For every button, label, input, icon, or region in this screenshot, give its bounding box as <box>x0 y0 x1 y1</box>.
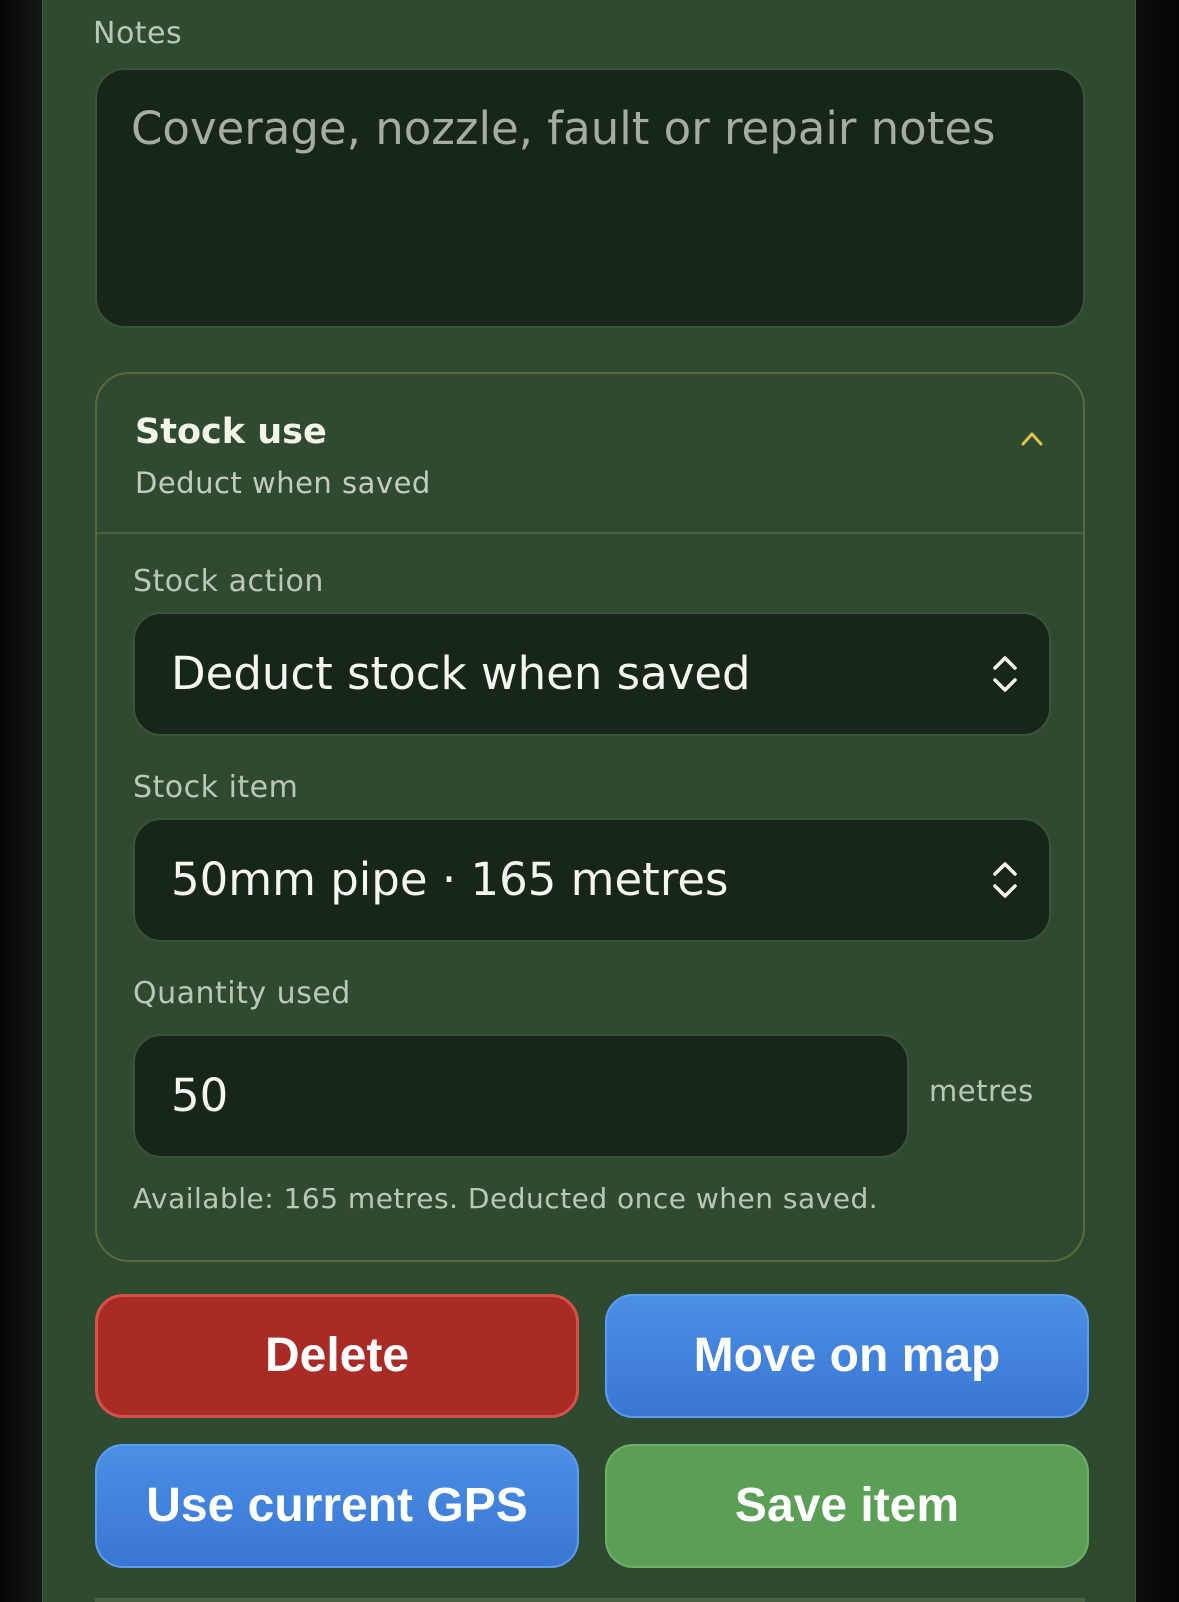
quantity-input[interactable]: 50 <box>133 1034 909 1158</box>
stock-action-value: Deduct stock when saved <box>171 647 751 700</box>
stock-action-select[interactable]: Deduct stock when saved <box>133 612 1051 736</box>
chevron-up-icon[interactable] <box>1019 426 1045 452</box>
move-on-map-button[interactable]: Move on map <box>605 1294 1089 1418</box>
use-current-gps-button[interactable]: Use current GPS <box>95 1444 579 1568</box>
stock-use-subtitle: Deduct when saved <box>135 466 431 500</box>
save-item-button[interactable]: Save item <box>605 1444 1089 1568</box>
notes-placeholder: Coverage, nozzle, fault or repair notes <box>131 102 996 155</box>
divider <box>95 1598 1085 1602</box>
notes-label: Notes <box>93 16 183 51</box>
delete-button[interactable]: Delete <box>95 1294 579 1418</box>
quantity-label: Quantity used <box>133 976 351 1011</box>
select-arrows-icon <box>993 656 1017 692</box>
stock-item-value: 50mm pipe · 165 metres <box>171 853 729 906</box>
stock-availability-hint: Available: 165 metres. Deducted once whe… <box>133 1182 879 1215</box>
stock-item-select[interactable]: 50mm pipe · 165 metres <box>133 818 1051 942</box>
quantity-unit: metres <box>929 1074 1034 1108</box>
stock-use-card: Stock use Deduct when saved Stock action… <box>95 372 1085 1262</box>
stock-item-label: Stock item <box>133 770 299 805</box>
stock-use-header[interactable]: Stock use Deduct when saved <box>97 374 1083 534</box>
stock-action-label: Stock action <box>133 564 324 599</box>
notes-textarea[interactable]: Coverage, nozzle, fault or repair notes <box>95 68 1085 328</box>
select-arrows-icon <box>993 862 1017 898</box>
item-edit-sheet: Notes Coverage, nozzle, fault or repair … <box>42 0 1136 1602</box>
stock-use-title: Stock use <box>135 412 327 452</box>
quantity-value: 50 <box>171 1069 229 1122</box>
